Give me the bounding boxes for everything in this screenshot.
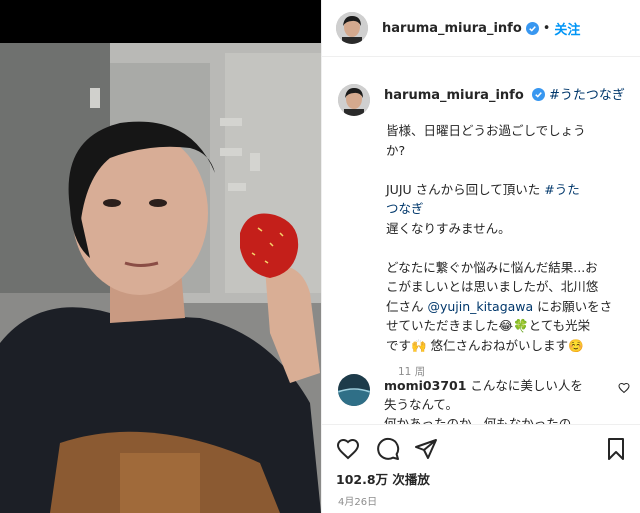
caption-line: にお願いをさ bbox=[533, 298, 613, 314]
caption-line: です🙌 悠仁さんおねがいします☺️ bbox=[386, 337, 584, 353]
caption-line: 仁さん bbox=[386, 298, 428, 314]
author-username[interactable]: haruma_miura_info bbox=[382, 21, 522, 36]
author-avatar[interactable] bbox=[336, 12, 368, 44]
caption-line: JUJU さんから回して頂いた bbox=[386, 181, 545, 197]
caption-mention-link[interactable]: @yujin_kitagawa bbox=[427, 299, 533, 314]
commenter-avatar[interactable] bbox=[338, 374, 370, 406]
view-count[interactable]: 102.8万 次播放 bbox=[336, 469, 430, 488]
paper-plane-icon[interactable] bbox=[414, 437, 438, 461]
post-header: haruma_miura_info • 关注 bbox=[322, 0, 640, 57]
video-letterbox bbox=[0, 0, 321, 43]
caption-author-avatar[interactable] bbox=[338, 84, 370, 116]
comments-scroll-area[interactable]: haruma_miura_info #うたつなぎ 皆様、日曜日どうお過ごしでしょ… bbox=[322, 58, 640, 424]
verified-badge-icon bbox=[531, 88, 545, 101]
caption-hashtag-link[interactable]: #うた bbox=[544, 182, 579, 197]
video-frame[interactable] bbox=[0, 43, 321, 513]
comment-bubble-icon[interactable] bbox=[376, 437, 400, 461]
caption-line: どなたに繋ぐか悩みに悩んだ結果...お bbox=[386, 259, 598, 275]
post-side-panel: haruma_miura_info • 关注 haruma_miura_info bbox=[321, 0, 640, 513]
caption-hashtag[interactable]: #うたつなぎ bbox=[549, 88, 625, 103]
caption-line: こがましいとは思いましたが、北川悠 bbox=[386, 279, 599, 294]
caption-header: haruma_miura_info #うたつなぎ bbox=[384, 84, 625, 103]
heart-icon[interactable] bbox=[336, 437, 360, 461]
header-separator: • bbox=[542, 20, 551, 36]
post-media[interactable] bbox=[0, 0, 321, 513]
post-actions-bar: 102.8万 次播放 4月26日 bbox=[322, 424, 640, 513]
bookmark-icon[interactable] bbox=[604, 437, 628, 461]
caption-line: せていただきました😂🍀とても光栄 bbox=[386, 318, 591, 333]
caption-hashtag-link[interactable]: つなぎ bbox=[386, 201, 424, 216]
caption-username[interactable]: haruma_miura_info bbox=[384, 88, 524, 103]
follow-button[interactable]: 关注 bbox=[554, 19, 580, 38]
commenter-username[interactable]: momi03701 bbox=[384, 378, 466, 393]
video-still-image bbox=[0, 43, 321, 513]
comment-line: こんなに美しい人を bbox=[466, 378, 583, 393]
comment-like-heart-icon[interactable] bbox=[618, 382, 630, 394]
verified-badge-icon bbox=[525, 21, 539, 35]
caption-line: 遅くなりすみません。 bbox=[386, 220, 511, 236]
caption-text: 皆様、日曜日どうお過ごしでしょう か? JUJU さんから回して頂いた #うた … bbox=[386, 121, 626, 355]
comment-line: 何かあったのか、何もなかったの bbox=[384, 416, 572, 424]
caption-line: か? bbox=[386, 142, 406, 158]
post-date[interactable]: 4月26日 bbox=[338, 493, 377, 508]
caption-line: 皆様、日曜日どうお過ごしでしょう bbox=[386, 123, 586, 138]
comment-text: momi03701 こんなに美しい人を 失うなんて。 何かあったのか、何もなかっ… bbox=[384, 376, 614, 424]
comment-line: 失うなんて。 bbox=[384, 397, 459, 412]
